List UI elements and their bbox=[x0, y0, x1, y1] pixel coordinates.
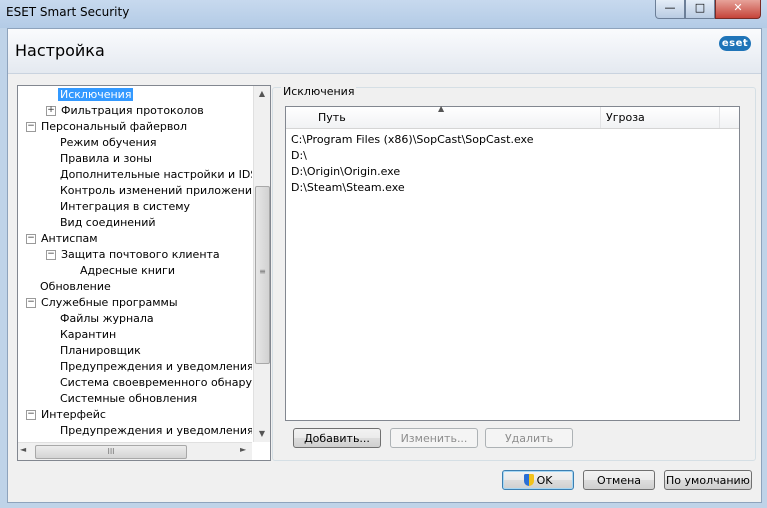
tree-item-label: Персональный файервол bbox=[41, 120, 188, 133]
dialog-header: Настройка eset bbox=[8, 29, 761, 74]
tree-item-label: Интерфейс bbox=[41, 408, 106, 421]
exclusions-group-label: Исключения bbox=[281, 85, 357, 98]
collapse-icon[interactable]: − bbox=[26, 234, 36, 244]
tree-item[interactable]: Адресные книги bbox=[66, 263, 177, 279]
tree-item-label: Режим обучения bbox=[60, 136, 157, 149]
uac-shield-icon bbox=[523, 474, 534, 486]
add-button[interactable]: Добавить... bbox=[293, 428, 381, 448]
page-title: Настройка bbox=[15, 41, 105, 60]
tree-item[interactable]: Вид соединений bbox=[46, 215, 158, 231]
settings-tree[interactable]: Исключения + Фильтрация протоколов − Персона… bbox=[17, 85, 271, 461]
column-header-threat[interactable]: Угроза bbox=[601, 107, 720, 128]
tree-item-label: Дополнительные настройки и IDS bbox=[60, 168, 252, 181]
tree-item-label: Предупреждения и уведомления bbox=[60, 424, 252, 437]
tree-item[interactable]: − Антиспам bbox=[26, 231, 100, 247]
tree-item-label: Система своевременного обнаружен bbox=[60, 376, 252, 389]
exclusions-list[interactable]: ▲ Путь Угроза C:\Program Files (x86)\Sop… bbox=[285, 104, 740, 421]
tree-item-label: Вид соединений bbox=[60, 216, 156, 229]
tree-item-label: Служебные программы bbox=[41, 296, 178, 309]
maximize-button[interactable]: □ bbox=[685, 0, 715, 19]
tree-item-label: Системные обновления bbox=[60, 392, 198, 405]
sort-ascending-icon: ▲ bbox=[438, 104, 445, 113]
tree-item-label: Контроль изменений приложений bbox=[60, 184, 252, 197]
tree-item[interactable]: Планировщик bbox=[46, 343, 143, 359]
ok-button-label: OK bbox=[536, 474, 553, 487]
tree-vertical-scrollbar[interactable]: ▲ ≡ ▼ bbox=[253, 86, 270, 442]
tree-item[interactable]: Файлы журнала bbox=[46, 311, 156, 327]
close-button[interactable]: ✕ bbox=[715, 0, 761, 19]
cancel-button[interactable]: Отмена bbox=[583, 470, 655, 490]
tree-item[interactable]: Исключения bbox=[46, 87, 134, 103]
tree-item[interactable]: Режим обучения bbox=[46, 135, 159, 151]
scroll-up-arrow-icon[interactable]: ▲ bbox=[254, 86, 270, 102]
expand-icon[interactable]: + bbox=[46, 106, 56, 116]
column-header-threat-label: Угроза bbox=[606, 111, 645, 124]
tree-item-label: Адресные книги bbox=[80, 264, 175, 277]
edit-button[interactable]: Изменить... bbox=[390, 428, 478, 448]
tree-item-label: Защита почтового клиента bbox=[61, 248, 220, 261]
tree-item[interactable]: + Фильтрация протоколов bbox=[46, 103, 206, 119]
tree-item[interactable]: Системные обновления bbox=[46, 391, 199, 407]
window-controls: — □ ✕ bbox=[655, 0, 761, 20]
list-item[interactable]: D:\ bbox=[291, 148, 307, 164]
column-header-path[interactable]: ▲ Путь bbox=[286, 104, 601, 128]
tree-item-label: Планировщик bbox=[60, 344, 141, 357]
tree-item[interactable]: − Персональный файервол bbox=[26, 119, 189, 135]
tree-hscroll-thumb[interactable]: III bbox=[35, 445, 187, 459]
collapse-icon[interactable]: − bbox=[26, 410, 36, 420]
tree-item-label: Исключения bbox=[58, 88, 134, 101]
tree-item[interactable]: − Защита почтового клиента bbox=[46, 247, 222, 263]
tree-item[interactable]: Контроль изменений приложений bbox=[46, 183, 252, 199]
minimize-button[interactable]: — bbox=[655, 0, 685, 19]
tree-item[interactable]: Интеграция в систему bbox=[46, 199, 192, 215]
window-titlebar[interactable]: ESET Smart Security — □ ✕ bbox=[0, 0, 767, 28]
list-header: ▲ Путь Угроза bbox=[286, 104, 739, 129]
scroll-left-arrow-icon[interactable]: ◄ bbox=[20, 445, 26, 454]
collapse-icon[interactable]: − bbox=[26, 122, 36, 132]
tree-item[interactable]: Карантин bbox=[46, 327, 118, 343]
tree-item-label: Правила и зоны bbox=[60, 152, 152, 165]
column-header-path-label: Путь bbox=[318, 111, 346, 124]
tree-item-label: Фильтрация протоколов bbox=[61, 104, 204, 117]
scroll-grip-icon: ≡ bbox=[259, 267, 266, 276]
default-button[interactable]: По умолчанию bbox=[664, 470, 752, 490]
tree-scroll-thumb[interactable]: ≡ bbox=[255, 186, 270, 364]
tree-item[interactable]: − Интерфейс bbox=[26, 407, 108, 423]
scroll-down-arrow-icon[interactable]: ▼ bbox=[254, 426, 270, 442]
window-title: ESET Smart Security bbox=[6, 5, 130, 19]
ok-button[interactable]: OK bbox=[502, 470, 574, 490]
tree-item-label: Файлы журнала bbox=[60, 312, 154, 325]
tree-item[interactable]: Дополнительные настройки и IDS bbox=[46, 167, 252, 183]
tree-item[interactable]: − Служебные программы bbox=[26, 295, 180, 311]
delete-button[interactable]: Удалить bbox=[485, 428, 573, 448]
tree-item-label: Карантин bbox=[60, 328, 117, 341]
collapse-icon[interactable]: − bbox=[46, 250, 56, 260]
tree-item-label: Обновление bbox=[40, 280, 111, 293]
exclusions-group: Исключения ▲ Путь Угроза C:\Program File… bbox=[272, 85, 756, 461]
eset-logo: eset bbox=[719, 36, 751, 51]
tree-item[interactable]: Предупреждения и уведомления bbox=[46, 359, 252, 375]
tree-item-label: Антиспам bbox=[41, 232, 98, 245]
tree-item[interactable]: Система своевременного обнаружен bbox=[46, 375, 252, 391]
list-item[interactable]: C:\Program Files (x86)\SopCast\SopCast.e… bbox=[291, 132, 533, 148]
tree-item[interactable]: Правила и зоны bbox=[46, 151, 154, 167]
tree-item[interactable]: Обновление bbox=[26, 279, 113, 295]
dialog-client: Настройка eset Исключения + Фильтрация про… bbox=[7, 28, 762, 503]
scroll-right-arrow-icon[interactable]: ► bbox=[240, 445, 246, 454]
tree-horizontal-scrollbar[interactable]: ◄ III ► bbox=[18, 442, 252, 460]
tree-item[interactable]: Предупреждения и уведомления bbox=[46, 423, 252, 439]
tree-item-label: Интеграция в систему bbox=[60, 200, 191, 213]
list-item[interactable]: D:\Steam\Steam.exe bbox=[291, 180, 405, 196]
tree-item-label: Предупреждения и уведомления bbox=[60, 360, 252, 373]
tree-viewport: Исключения + Фильтрация протоколов − Персона… bbox=[18, 86, 252, 442]
collapse-icon[interactable]: − bbox=[26, 298, 36, 308]
list-item[interactable]: D:\Origin\Origin.exe bbox=[291, 164, 400, 180]
